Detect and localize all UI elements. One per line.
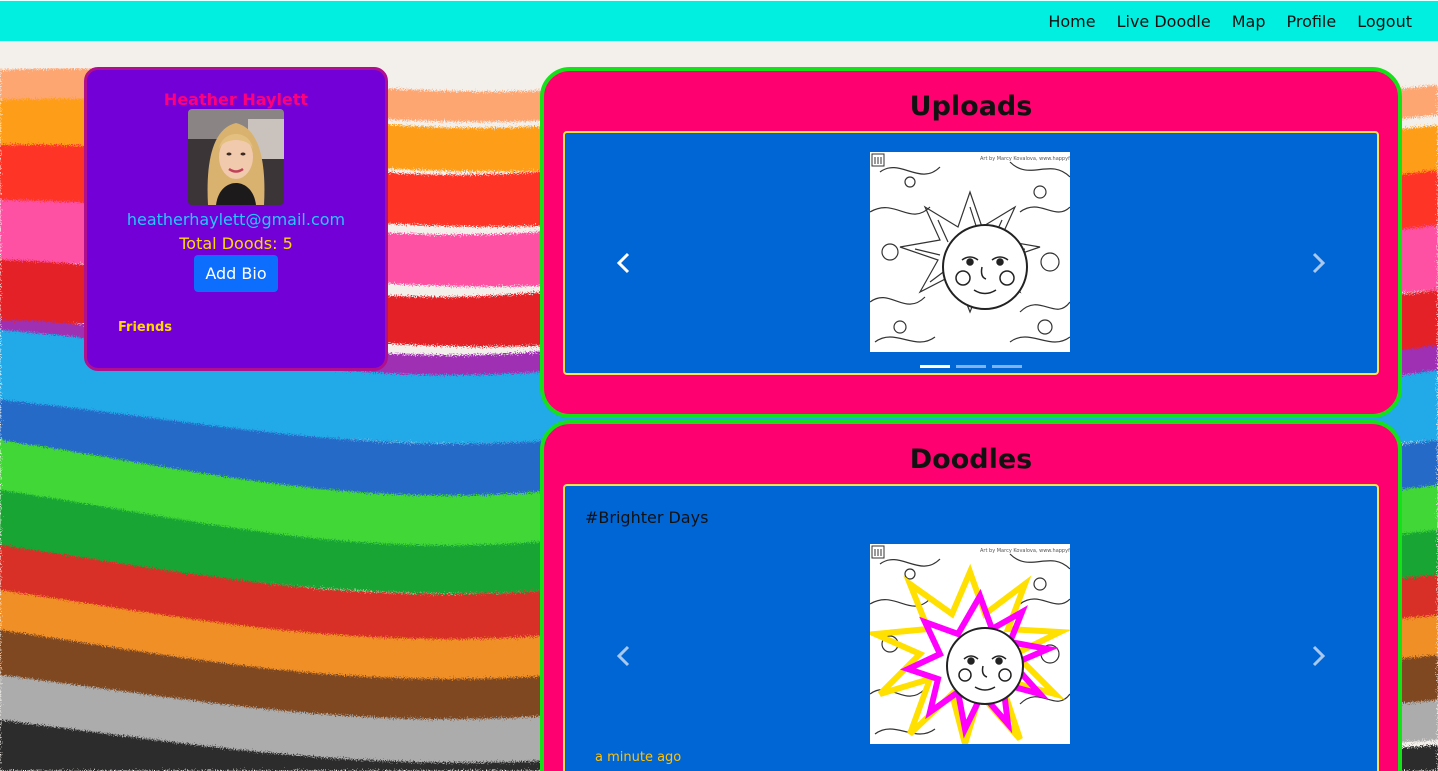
- carousel-indicator[interactable]: [992, 365, 1022, 368]
- doodles-next-button[interactable]: [1303, 636, 1333, 676]
- total-doods-count: Total Doods: 5: [179, 234, 293, 253]
- carousel-indicator[interactable]: [920, 365, 950, 368]
- doodles-title: Doodles: [909, 444, 1033, 475]
- nav-links: Home Live Doodle Map Profile Logout: [1048, 1, 1412, 42]
- add-bio-button[interactable]: Add Bio: [194, 255, 278, 292]
- svg-text:Art by Marcy Kovalova, www.hap: Art by Marcy Kovalova, www.happyfamilyar…: [980, 156, 1070, 162]
- nav-link-home[interactable]: Home: [1048, 12, 1095, 31]
- nav-link-map[interactable]: Map: [1232, 12, 1266, 31]
- nav-link-profile[interactable]: Profile: [1286, 12, 1336, 31]
- profile-name: Heather Haylett: [163, 90, 309, 109]
- profile-card: Heather Haylett heatherhaylett@gmail.com…: [84, 67, 388, 371]
- uploads-title: Uploads: [909, 91, 1033, 122]
- avatar: [188, 109, 284, 205]
- chevron-right-icon: [1312, 252, 1326, 274]
- chevron-left-icon: [616, 645, 630, 667]
- top-navbar: Home Live Doodle Map Profile Logout: [0, 0, 1438, 41]
- friends-label[interactable]: Friends: [118, 320, 172, 335]
- doodles-prev-button[interactable]: [609, 636, 639, 676]
- profile-email[interactable]: heatherhaylett@gmail.com: [87, 210, 385, 229]
- nav-link-logout[interactable]: Logout: [1357, 12, 1412, 31]
- doodles-carousel: #Brighter Days Art by Marcy Kovalova, ww…: [563, 484, 1379, 771]
- doodle-timestamp: a minute ago: [595, 750, 682, 765]
- nav-link-live-doodle[interactable]: Live Doodle: [1117, 12, 1211, 31]
- chevron-left-icon: [616, 252, 630, 274]
- uploads-prev-button[interactable]: [609, 243, 639, 283]
- doodle-caption: #Brighter Days: [585, 508, 709, 527]
- svg-text:Art by Marcy Kovalova, www.hap: Art by Marcy Kovalova, www.happyfamilyar…: [980, 548, 1070, 554]
- upload-image-sun-coloring-page[interactable]: Art by Marcy Kovalova, www.happyfamilyar…: [869, 152, 1103, 352]
- uploads-carousel: Art by Marcy Kovalova, www.happyfamilyar…: [563, 131, 1379, 375]
- carousel-indicator[interactable]: [956, 365, 986, 368]
- uploads-carousel-indicators: [565, 365, 1377, 368]
- uploads-panel: Uploads Art by Marcy Kovalova, www.happy…: [540, 67, 1402, 418]
- doodles-panel: Doodles #Brighter Days Art by Marcy Kova…: [540, 420, 1402, 771]
- chevron-right-icon: [1312, 645, 1326, 667]
- doodle-image-brighter-days[interactable]: Art by Marcy Kovalova, www.happyfamilyar…: [863, 544, 1103, 756]
- uploads-next-button[interactable]: [1303, 243, 1333, 283]
